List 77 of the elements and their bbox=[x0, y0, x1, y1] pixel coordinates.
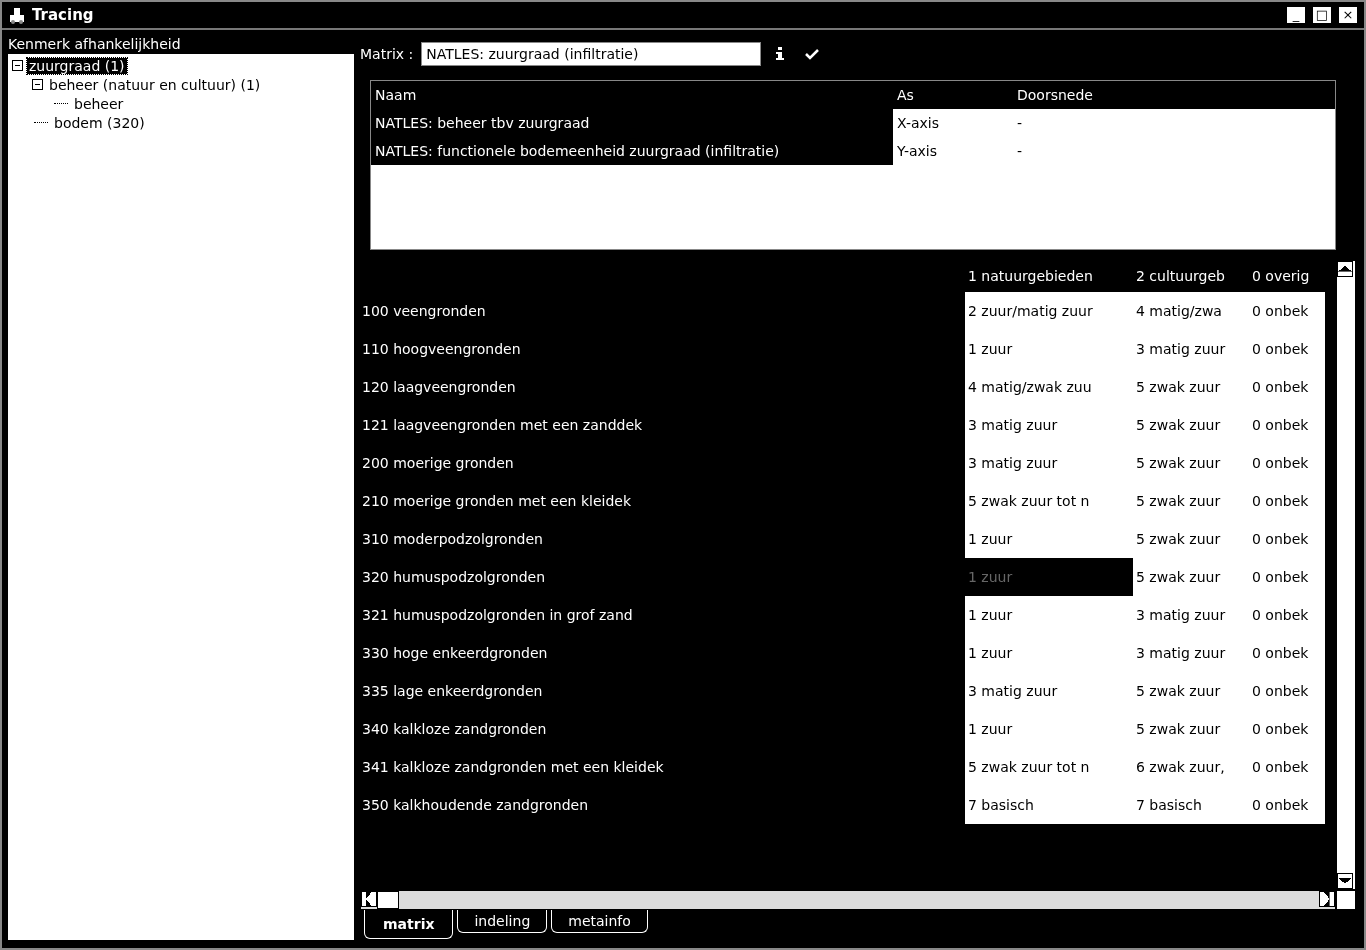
table-cell[interactable]: 4 matig/zwa bbox=[1133, 292, 1249, 330]
row-header: 321 humuspodzolgronden in grof zand bbox=[361, 606, 634, 625]
close-button[interactable]: × bbox=[1338, 6, 1358, 24]
field-label: Matrix : bbox=[360, 46, 414, 62]
table-cell[interactable]: 5 zwak zuur bbox=[1133, 520, 1249, 558]
matrix-field[interactable]: NATLES: zuurgraad (infiltratie) bbox=[421, 42, 762, 66]
table-cell[interactable]: 3 matig zuur bbox=[1133, 596, 1249, 634]
table-cell-text: - bbox=[1016, 114, 1024, 133]
table-cell[interactable]: 0 onbek bbox=[1249, 444, 1325, 482]
table-cell[interactable]: 5 zwak zuur bbox=[1133, 558, 1249, 596]
tab[interactable]: matrix bbox=[364, 910, 454, 939]
table-cell: NATLES: functionele bodemeenheid zuurgraad (infiltratie) bbox=[371, 137, 893, 165]
tab[interactable]: metainfo bbox=[551, 910, 648, 933]
minimize-button[interactable]: _ bbox=[1286, 6, 1306, 24]
table-cell[interactable]: 3 matig zuur bbox=[1133, 330, 1249, 368]
table-cell[interactable]: 1 zuur bbox=[965, 596, 1133, 634]
table-cell[interactable]: 0 onbek bbox=[1249, 482, 1325, 520]
table-cell[interactable]: 2 zuur/matig zuur bbox=[965, 292, 1133, 330]
table-cell[interactable]: 0 onbek bbox=[1249, 596, 1325, 634]
row-header: 121 laagveengronden met een zanddek bbox=[361, 416, 644, 435]
row-header: 341 kalkloze zandgronden met een kleidek bbox=[361, 758, 665, 777]
table-cell[interactable]: 5 zwak zuur bbox=[1133, 368, 1249, 406]
row-header: 320 humuspodzolgronden bbox=[361, 568, 546, 587]
table-cell[interactable]: 3 matig zuur bbox=[965, 672, 1133, 710]
window-title: Tracing bbox=[32, 6, 94, 24]
table-cell[interactable]: 4 matig/zwak zuu bbox=[965, 368, 1133, 406]
table-cell-text: X-axis bbox=[896, 114, 940, 133]
table-cell[interactable]: 0 onbek bbox=[1249, 748, 1325, 786]
row-header: 310 moderpodzolgronden bbox=[361, 530, 544, 549]
table-cell[interactable]: 0 onbek bbox=[1249, 520, 1325, 558]
table-cell[interactable]: 0 onbek bbox=[1249, 406, 1325, 444]
panel-heading: Kenmerk afhankelijkheid bbox=[8, 35, 182, 54]
row-header: 200 moerige gronden bbox=[361, 454, 515, 473]
table-cell[interactable]: 1 zuur bbox=[965, 330, 1133, 368]
table-cell[interactable]: 5 zwak zuur tot n bbox=[965, 748, 1133, 786]
tree-item[interactable]: bodem (320) bbox=[52, 114, 147, 131]
table-cell[interactable]: 3 matig zuur bbox=[965, 444, 1133, 482]
row-header: 335 lage enkeerdgronden bbox=[361, 682, 544, 701]
tab[interactable]: indeling bbox=[457, 910, 548, 933]
tree-item[interactable]: beheer bbox=[72, 95, 126, 112]
row-header: 120 laagveengronden bbox=[361, 378, 517, 397]
table-cell[interactable]: 6 zwak zuur, bbox=[1133, 748, 1249, 786]
table-cell[interactable]: 0 onbek bbox=[1249, 786, 1325, 824]
tree-item[interactable]: beheer (natuur en cultuur) (1) bbox=[47, 76, 263, 93]
column-header[interactable]: Naam bbox=[371, 81, 893, 109]
table-cell[interactable]: 3 matig zuur bbox=[965, 406, 1133, 444]
table-cell[interactable]: 5 zwak zuur bbox=[1133, 710, 1249, 748]
column-header[interactable]: As bbox=[893, 81, 1013, 109]
row-header: 100 veengronden bbox=[361, 302, 487, 321]
table-cell[interactable]: 0 onbek bbox=[1249, 330, 1325, 368]
table-cell[interactable]: 0 onbek bbox=[1249, 672, 1325, 710]
row-header: 340 kalkloze zandgronden bbox=[361, 720, 548, 739]
table-cell[interactable]: 0 onbek bbox=[1249, 558, 1325, 596]
table-cell[interactable]: 7 basisch bbox=[965, 786, 1133, 824]
table-cell[interactable]: 1 zuur bbox=[965, 520, 1133, 558]
table-cell-text: - bbox=[1016, 142, 1024, 161]
table-cell[interactable]: 5 zwak zuur tot n bbox=[965, 482, 1133, 520]
table-cell[interactable]: 5 zwak zuur bbox=[1133, 444, 1249, 482]
table-cell: NATLES: beheer tbv zuurgraad bbox=[371, 109, 893, 137]
table-cell[interactable]: 0 onbek bbox=[1249, 634, 1325, 672]
table-cell[interactable]: 7 basisch bbox=[1133, 786, 1249, 824]
row-header: 110 hoogveengronden bbox=[361, 340, 522, 359]
table-cell[interactable]: 5 zwak zuur bbox=[1133, 406, 1249, 444]
table-cell[interactable]: 0 onbek bbox=[1249, 710, 1325, 748]
row-header: 210 moerige gronden met een kleidek bbox=[361, 492, 633, 511]
table-cell[interactable]: 5 zwak zuur bbox=[1133, 672, 1249, 710]
table-cell[interactable]: 0 onbek bbox=[1249, 292, 1325, 330]
table-cell[interactable]: 1 zuur bbox=[965, 710, 1133, 748]
tree-item[interactable]: zuurgraad (1) bbox=[27, 57, 127, 74]
table-cell[interactable]: 1 zuur bbox=[965, 634, 1133, 672]
table-cell[interactable]: 3 matig zuur bbox=[1133, 634, 1249, 672]
row-header: 350 kalkhoudende zandgronden bbox=[361, 796, 590, 815]
table-cell-text: Y-axis bbox=[896, 142, 938, 161]
row-header: 330 hoge enkeerdgronden bbox=[361, 644, 549, 663]
table-cell[interactable]: 5 zwak zuur bbox=[1133, 482, 1249, 520]
table-cell[interactable]: 0 onbek bbox=[1249, 368, 1325, 406]
maximize-button[interactable]: □ bbox=[1312, 6, 1332, 24]
